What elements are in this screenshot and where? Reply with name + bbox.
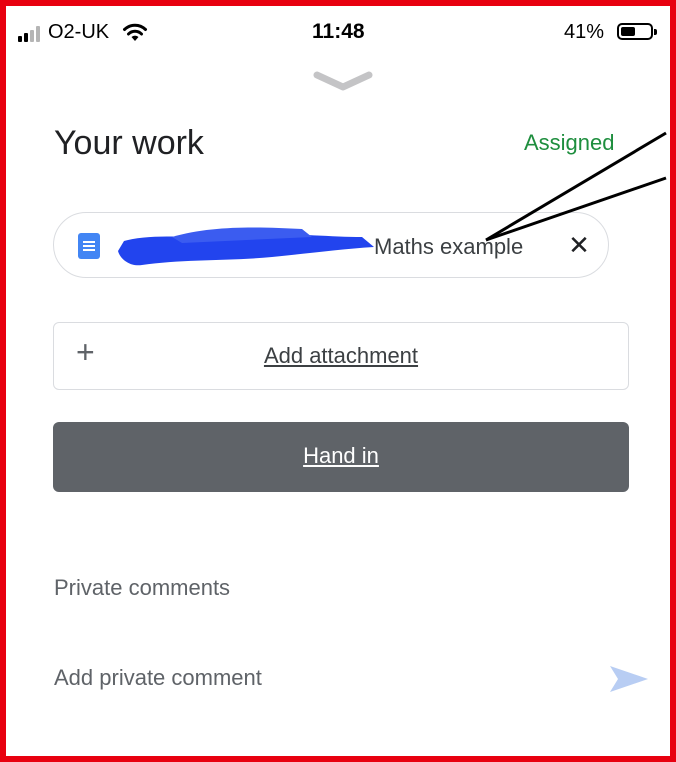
redaction-mark — [118, 227, 374, 266]
add-attachment-label: Add attachment — [263, 343, 419, 368]
add-attachment-button[interactable]: + Add attachment — [53, 322, 629, 390]
carrier-name: O2-UK — [48, 21, 110, 43]
attachment-chip[interactable]: Maths example ✕ — [53, 212, 609, 278]
wifi-icon — [123, 23, 147, 41]
chevron-down-icon[interactable] — [312, 70, 374, 94]
private-comment-input[interactable]: Add private comment — [54, 665, 554, 691]
private-comments-heading: Private comments — [54, 575, 231, 600]
clock: 11:48 — [312, 20, 365, 43]
signal-icon — [18, 26, 42, 42]
send-icon[interactable] — [608, 664, 650, 694]
assignment-status: Assigned — [524, 130, 615, 155]
attachment-file-name: Maths example — [374, 234, 524, 259]
battery-icon — [617, 23, 657, 40]
page-title: Your work — [54, 124, 204, 162]
battery-percentage: 41% — [564, 21, 605, 43]
status-bar: O2-UK 11:48 41% — [14, 18, 664, 52]
hand-in-label: Hand in — [303, 443, 379, 468]
close-icon[interactable]: ✕ — [564, 230, 594, 261]
google-docs-icon — [78, 233, 100, 259]
hand-in-button[interactable]: Hand in — [53, 422, 629, 492]
